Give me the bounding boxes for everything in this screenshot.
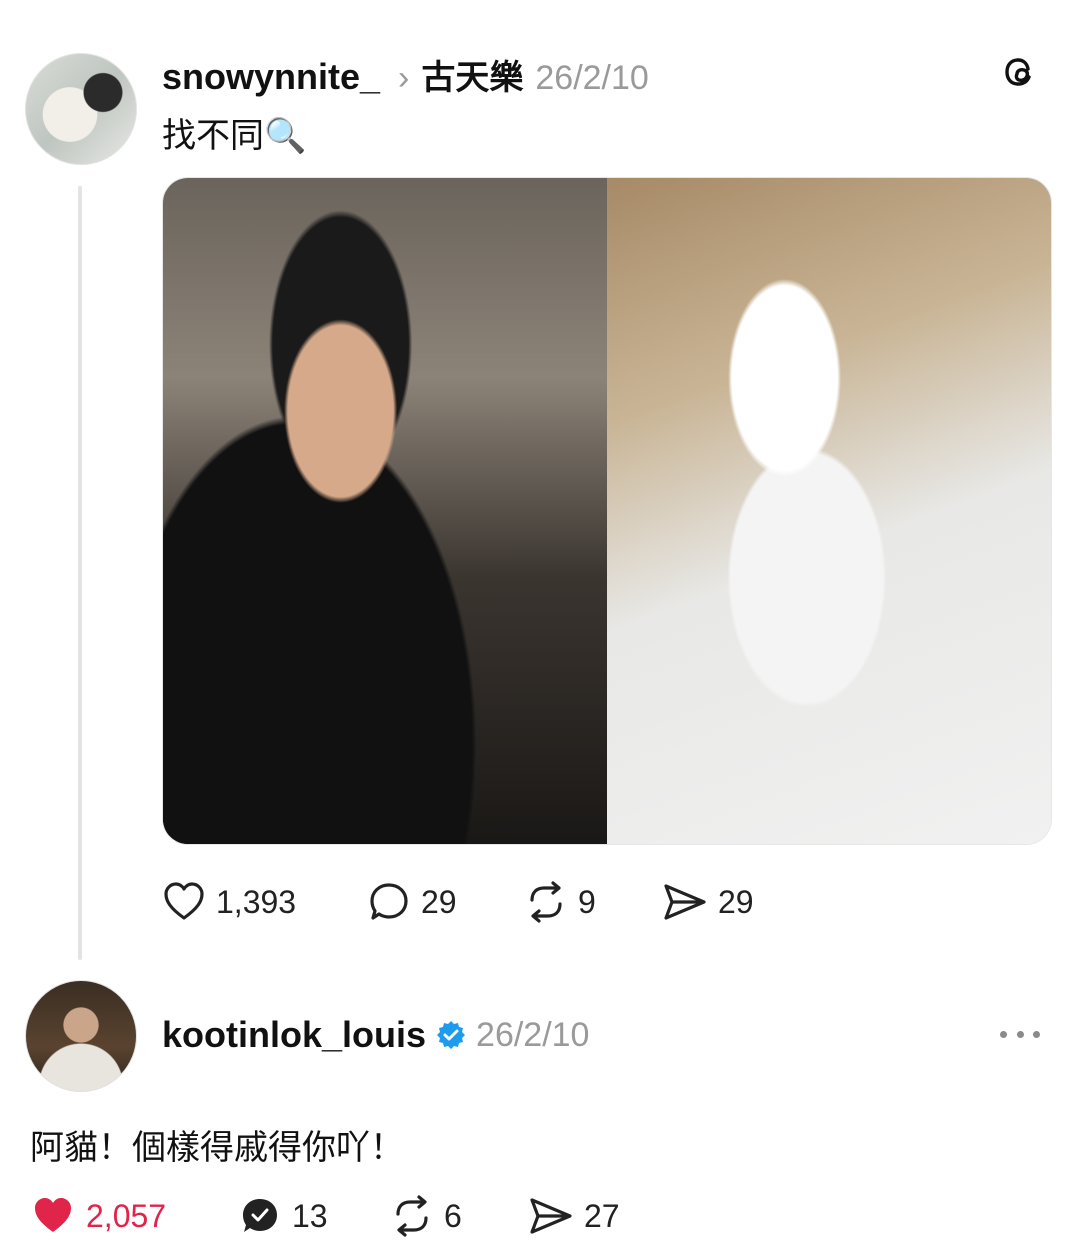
like-count: 2,057: [86, 1197, 167, 1234]
threads-logo-icon[interactable]: [1000, 52, 1040, 92]
repost-button[interactable]: 6: [390, 1194, 462, 1238]
reply-date: 26/2/10: [476, 1015, 590, 1054]
reply-chevron-icon: ›: [398, 59, 410, 97]
comment-icon: [370, 883, 408, 920]
post-date: 26/2/10: [535, 59, 649, 97]
avatar[interactable]: [25, 53, 137, 165]
repost-count: 9: [578, 883, 596, 920]
post-username[interactable]: snowynnite_: [162, 56, 380, 98]
comment-filled-icon: [243, 1199, 277, 1232]
repost-icon: [530, 881, 562, 923]
like-button[interactable]: 1,393: [162, 880, 296, 924]
comment-button[interactable]: 29: [367, 880, 457, 924]
post-text: 找不同🔍: [162, 117, 307, 155]
reply-to-user[interactable]: 古天樂: [421, 50, 523, 99]
verified-badge-icon: [437, 1021, 466, 1049]
post-media[interactable]: [162, 177, 1052, 845]
share-count: 29: [718, 883, 754, 920]
more-options-icon[interactable]: [1000, 1026, 1040, 1042]
reply-header: kootinlok_louis 26/2/10: [162, 1014, 589, 1056]
heart-icon: [164, 882, 204, 920]
reply-text: 阿貓！個樣得戚得你吖！: [30, 1129, 404, 1167]
like-count: 1,393: [216, 883, 297, 920]
comment-button[interactable]: 13: [238, 1194, 328, 1238]
comment-count: 29: [421, 883, 457, 920]
reply-username[interactable]: kootinlok_louis: [162, 1014, 426, 1056]
send-icon: [664, 884, 706, 920]
repost-count: 6: [444, 1197, 462, 1234]
heart-filled-icon: [35, 1198, 71, 1232]
share-count: 27: [584, 1197, 620, 1234]
media-photo-person: [163, 178, 607, 844]
share-button[interactable]: 29: [662, 880, 754, 924]
thread-connector-line: [78, 186, 82, 960]
repost-button[interactable]: 9: [524, 880, 596, 924]
media-photo-kitten: [607, 178, 1051, 844]
avatar[interactable]: [25, 980, 137, 1092]
post-header: snowynnite_ › 古天樂 26/2/10: [162, 50, 649, 99]
repost-icon: [396, 1195, 428, 1237]
share-button[interactable]: 27: [528, 1194, 620, 1238]
send-icon: [530, 1198, 572, 1234]
comment-count: 13: [292, 1197, 328, 1234]
like-button[interactable]: 2,057: [30, 1194, 166, 1238]
